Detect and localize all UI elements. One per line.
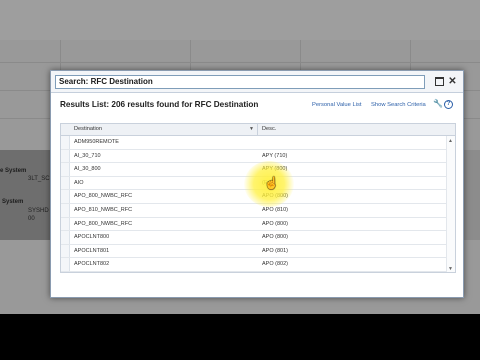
background-header xyxy=(0,0,480,40)
destination-cell: AI_30_800 xyxy=(74,166,101,173)
table-header: Destination ▼ Desc. xyxy=(61,124,455,136)
destination-cell: APOCLNT801 xyxy=(74,247,110,254)
column-separator xyxy=(257,124,258,136)
maximize-icon[interactable] xyxy=(434,76,445,87)
sort-descending-icon[interactable]: ▼ xyxy=(249,126,254,132)
vertical-scrollbar[interactable]: ▲ ▼ xyxy=(446,136,455,272)
background-value: 00 xyxy=(28,216,35,222)
letterbox-bar xyxy=(0,314,480,360)
column-header-desc[interactable]: Desc. xyxy=(262,126,276,132)
dialog-title: Search: RFC Destination xyxy=(55,75,425,89)
destination-cell: AI_30_710 xyxy=(74,152,101,159)
desc-cell: APO (802) xyxy=(262,261,288,268)
dialog-titlebar: Search: RFC Destination ✕ xyxy=(51,71,463,93)
destination-cell: ADM950REMOTE xyxy=(74,139,119,145)
table-row[interactable]: APO_800_NWBC_RFC APO (800) xyxy=(61,218,446,232)
chevron-down-icon[interactable]: ▼ xyxy=(448,266,453,272)
table-row[interactable]: APO_810_NWBC_RFC APO (810) xyxy=(61,204,446,218)
show-search-criteria-link[interactable]: Show Search Criteria xyxy=(371,102,426,108)
desc-cell: APY (710) xyxy=(262,152,288,159)
destination-cell: APO_800_NWBC_RFC xyxy=(74,220,133,227)
desc-cell: APO (800) xyxy=(262,234,288,241)
personal-value-list-link[interactable]: Personal Value List xyxy=(312,102,362,108)
background-label: System xyxy=(2,199,24,205)
table-row[interactable]: AI_30_710 APY (710) xyxy=(61,150,446,164)
help-icon[interactable]: ? xyxy=(444,100,453,109)
table-row[interactable]: APOCLNT801 APO (801) xyxy=(61,245,446,259)
desc-cell: APO (801) xyxy=(262,247,288,254)
hand-pointer-icon: ☝ xyxy=(264,176,279,190)
table-row[interactable]: ADM950REMOTE xyxy=(61,136,446,150)
table-row[interactable]: APOCLNT800 APO (800) xyxy=(61,231,446,245)
desc-cell: APO (810) xyxy=(262,207,288,213)
close-icon[interactable]: ✕ xyxy=(447,76,458,87)
chevron-up-icon[interactable]: ▲ xyxy=(448,138,453,144)
table-row[interactable]: APOCLNT802 APO (802) xyxy=(61,258,446,272)
column-header-destination[interactable]: Destination xyxy=(74,126,102,132)
destination-cell: APO_800_NWBC_RFC xyxy=(74,193,133,200)
destination-cell: AIO xyxy=(74,179,84,186)
desc-cell: APO (800) xyxy=(262,220,288,227)
results-heading: Results List: 206 results found for RFC … xyxy=(60,100,259,109)
background-value: 3LT_SC xyxy=(28,176,50,182)
background-label: e System xyxy=(0,168,27,174)
destination-cell: APOCLNT800 xyxy=(74,234,110,241)
wrench-icon[interactable]: 🔧 xyxy=(433,99,443,109)
background-side-panel xyxy=(0,150,56,240)
destination-cell: APO_810_NWBC_RFC xyxy=(74,207,133,213)
background-value: SYSHD xyxy=(28,208,49,214)
destination-cell: APOCLNT802 xyxy=(74,261,110,268)
